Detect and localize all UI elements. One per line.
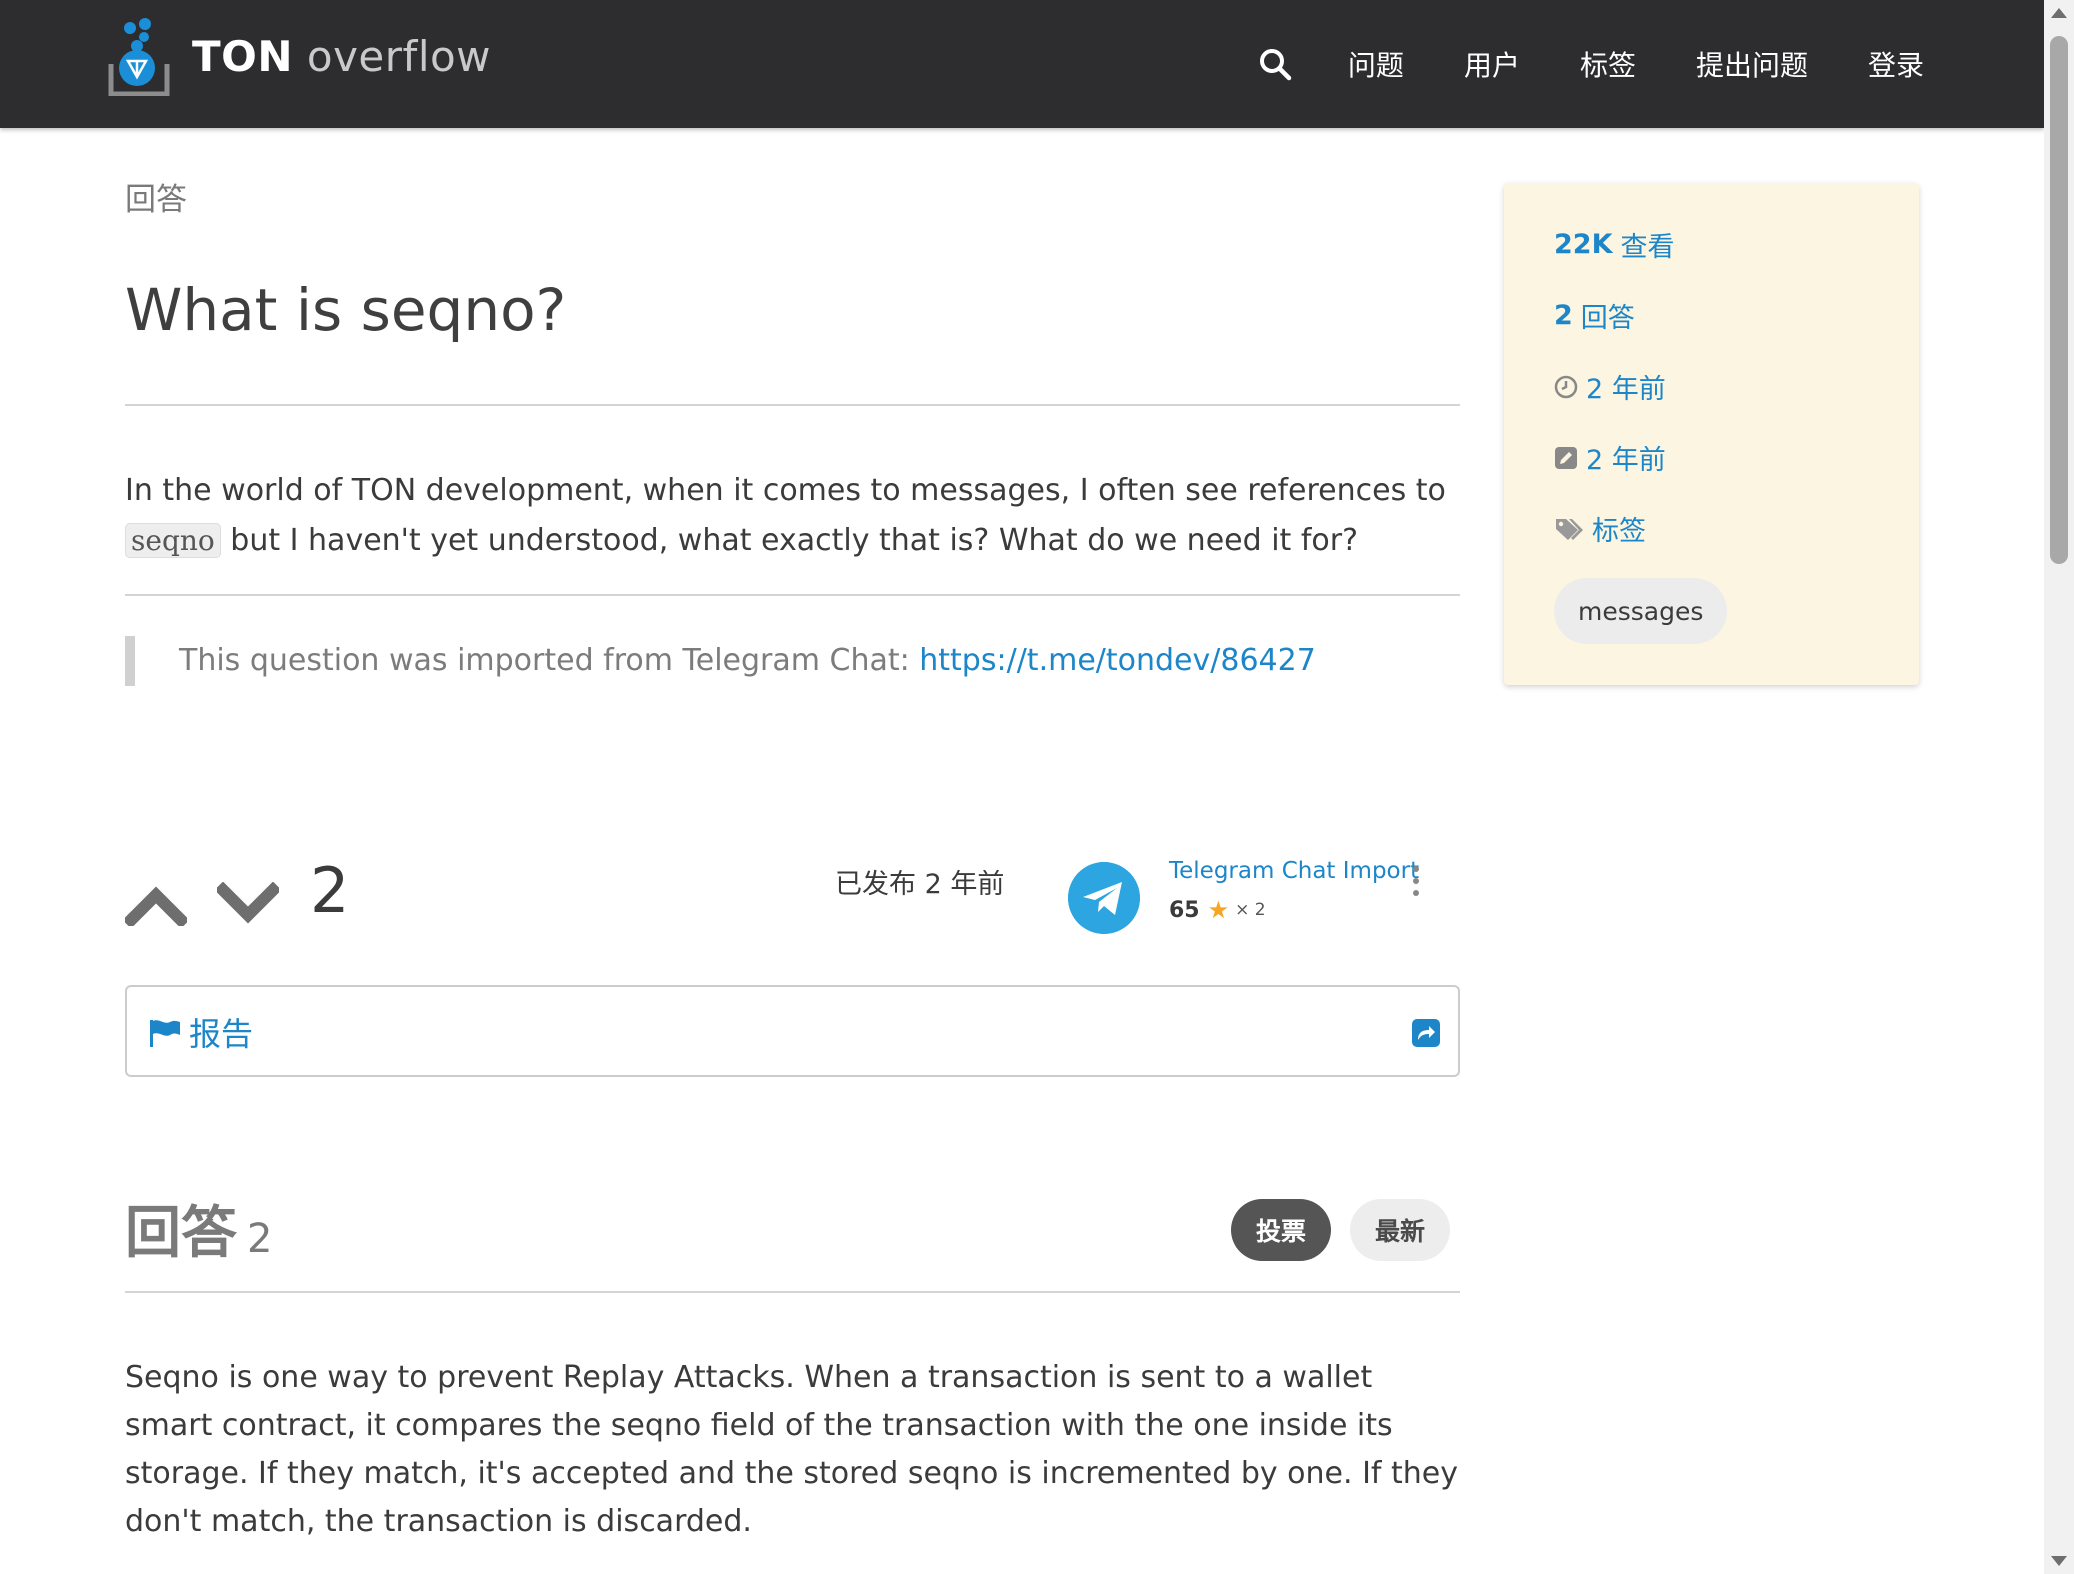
scroll-up-arrow-icon[interactable]: [2051, 8, 2067, 18]
sort-by-votes-button[interactable]: 投票: [1231, 1199, 1331, 1261]
asked-time-value: 2 年前: [1586, 374, 1666, 405]
nav-tags[interactable]: 标签: [1580, 44, 1636, 84]
report-button[interactable]: 报告: [189, 1009, 253, 1055]
answers-count: 2: [1554, 300, 1573, 331]
nav-questions[interactable]: 问题: [1348, 44, 1404, 84]
author-name[interactable]: Telegram Chat Import: [1169, 858, 1419, 884]
import-notice: This question was imported from Telegram…: [125, 636, 1316, 686]
question-actions-bar: 报告: [125, 985, 1460, 1077]
nav-ask-question[interactable]: 提出问题: [1696, 44, 1808, 84]
nav-users[interactable]: 用户: [1464, 44, 1520, 84]
author-reputation: 65 ★ × 2: [1169, 896, 1266, 924]
page-scrollbar[interactable]: [2044, 0, 2074, 1574]
import-notice-text: This question was imported from Telegram…: [179, 643, 920, 678]
question-meta-row: 2 已发布 2 年前 Telegram Chat Import 65 ★ × 2: [125, 844, 1460, 954]
main-nav: 问题 用户 标签 提出问题 登录: [1258, 0, 1924, 128]
downvote-arrow-icon[interactable]: [217, 882, 279, 926]
site-logo[interactable]: TON overflow: [108, 16, 491, 96]
logo-text: TON overflow: [192, 31, 492, 81]
more-options-icon[interactable]: [1412, 866, 1420, 896]
views-count: 22K: [1554, 229, 1613, 260]
tags-icon: [1556, 518, 1583, 540]
views-label: 查看: [1620, 232, 1675, 263]
sort-by-newest-button[interactable]: 最新: [1350, 1199, 1450, 1261]
question-title: What is seqno?: [125, 276, 567, 344]
vote-count: 2: [310, 854, 350, 927]
breadcrumb[interactable]: 回答: [125, 174, 187, 219]
search-icon[interactable]: [1258, 47, 1292, 81]
posted-time: 已发布 2 年前: [835, 869, 1005, 900]
answers-label: 回答: [1580, 303, 1635, 334]
flag-icon[interactable]: [149, 1019, 181, 1047]
reputation-points: 65: [1169, 897, 1200, 923]
share-icon[interactable]: [1412, 1019, 1440, 1047]
question-text-2: but I haven't yet understood, what exact…: [220, 523, 1358, 558]
badge-count: × 2: [1235, 900, 1266, 920]
ton-overflow-logo-icon: [108, 18, 170, 96]
question-stats-sidebar: 22K 查看 2 回答 2 年前 2 年前 标签 messages: [1504, 183, 1919, 685]
edited-time-value: 2 年前: [1586, 445, 1666, 476]
telegram-source-link[interactable]: https://t.me/tondev/86427: [919, 643, 1316, 678]
tags-label: 标签: [1592, 516, 1646, 547]
inline-code: seqno: [125, 523, 221, 558]
telegram-avatar-icon[interactable]: [1068, 862, 1140, 934]
edited-time: 2 年前: [1554, 438, 1666, 477]
upvote-arrow-icon[interactable]: [125, 882, 187, 926]
answers-heading: 回答 2: [125, 1188, 272, 1269]
title-divider: [125, 404, 1460, 406]
tag-messages[interactable]: messages: [1554, 578, 1728, 644]
scroll-down-arrow-icon[interactable]: [2051, 1556, 2067, 1566]
answers-heading-label: 回答: [125, 1201, 237, 1266]
edit-icon: [1555, 446, 1577, 469]
nav-login[interactable]: 登录: [1868, 44, 1924, 84]
answers-stat[interactable]: 2 回答: [1554, 296, 1635, 335]
tags-stat: 标签: [1554, 509, 1646, 548]
asked-time: 2 年前: [1554, 367, 1666, 406]
question-body: In the world of TON development, when it…: [125, 466, 1460, 566]
answer-body: Seqno is one way to prevent Replay Attac…: [125, 1360, 1459, 1539]
answers-divider: [125, 1291, 1460, 1293]
clock-icon: [1554, 375, 1578, 398]
scrollbar-thumb[interactable]: [2050, 36, 2068, 564]
top-navbar: TON overflow 问题 用户 标签 提出问题 登录: [0, 0, 2044, 128]
answers-heading-count: 2: [247, 1216, 273, 1262]
star-badge-icon: ★: [1207, 896, 1230, 924]
body-divider: [125, 594, 1460, 596]
question-text-1: In the world of TON development, when it…: [125, 473, 1446, 508]
views-stat: 22K 查看: [1554, 225, 1675, 264]
